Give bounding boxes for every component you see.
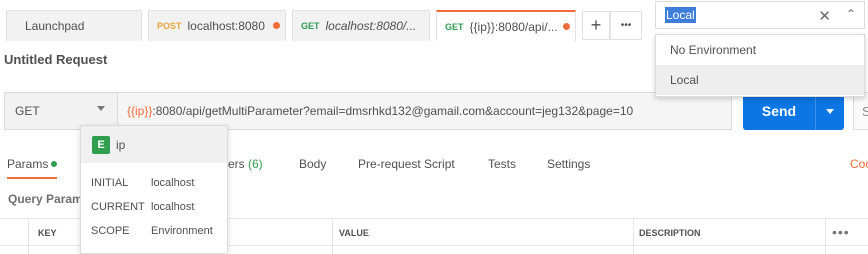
unsaved-dot-icon [273,22,280,29]
column-value: VALUE [339,228,369,238]
tab-body[interactable]: Body [299,157,326,171]
code-link[interactable]: Coo [850,157,868,171]
tab-title: localhost:8080 [187,19,265,33]
send-options-button[interactable] [815,92,844,130]
plus-icon: + [590,15,602,35]
environment-dropdown-menu: No Environment Local [655,34,865,97]
column-divider [332,218,333,254]
chevron-up-icon[interactable]: ⌃ [846,7,856,21]
tab-get-ip-active[interactable]: GET {{ip}}:8080/api/... [436,10,576,41]
column-key: KEY [38,228,57,238]
tab-title: Launchpad [25,19,85,33]
tab-params[interactable]: Params [7,157,58,179]
tab-title: {{ip}}:8080/api/... [469,19,558,34]
tab-headers-count: (6) [248,157,263,171]
environment-select[interactable]: Local ✕ ⌃ [655,1,865,29]
variable-row-value: localhost [151,201,195,213]
tab-launchpad[interactable]: Launchpad [6,10,142,41]
tab-title: localhost:8080/... [325,19,417,33]
save-button[interactable]: S [853,92,868,130]
tab-method: GET [301,21,320,31]
tab-pre-request-script[interactable]: Pre-request Script [358,157,455,171]
environment-select-value[interactable]: Local [665,7,696,23]
column-description: DESCRIPTION [639,228,701,238]
more-dots-icon: ••• [620,20,632,31]
method-select-value: GET [15,104,40,118]
tab-settings[interactable]: Settings [547,157,590,171]
chevron-down-icon [97,106,105,111]
variable-tooltip-header: E ip [81,126,227,163]
url-text: :8080/api/getMultiParameter?email=dmsrhk… [152,104,634,118]
variable-row-key: INITIAL [91,177,129,189]
variable-scope-row: SCOPE Environment [91,225,213,237]
active-dot-icon [51,161,58,167]
send-button[interactable]: Send [743,92,815,130]
environment-badge-icon: E [92,135,110,154]
table-more-icon[interactable]: ••• [832,224,850,240]
environment-option-local[interactable]: Local [656,65,864,95]
new-tab-button[interactable]: + [582,11,610,40]
column-divider [28,218,29,254]
tab-post-localhost[interactable]: POST localhost:8080 [148,10,286,41]
variable-row-key: CURRENT [91,201,145,213]
tab-headers[interactable]: ers (6) [228,157,263,171]
variable-row-value: Environment [151,225,213,237]
clear-icon[interactable]: ✕ [818,7,831,25]
tab-method: GET [445,21,464,32]
variable-tooltip: E ip INITIAL localhost CURRENT localhost S… [80,125,228,254]
variable-current-row: CURRENT localhost [91,201,194,213]
unsaved-dot-icon [563,23,570,30]
tab-method: POST [157,21,182,31]
chevron-down-icon [826,108,834,114]
column-divider [825,218,826,254]
variable-row-value: localhost [151,177,195,189]
tab-tests[interactable]: Tests [488,157,516,171]
tab-params-label: Params [7,157,49,171]
url-variable[interactable]: {{ip}} [127,104,152,118]
query-params-heading: Query Param [8,192,83,206]
environment-option-none[interactable]: No Environment [656,35,864,65]
tab-get-localhost[interactable]: GET localhost:8080/... [292,10,430,41]
column-divider [633,218,634,254]
tab-more-button[interactable]: ••• [610,11,642,40]
variable-name: ip [116,137,126,152]
tab-headers-label: ers [228,157,245,171]
variable-initial-row: INITIAL localhost [91,177,194,189]
request-name[interactable]: Untitled Request [4,52,107,67]
variable-row-key: SCOPE [91,225,130,237]
